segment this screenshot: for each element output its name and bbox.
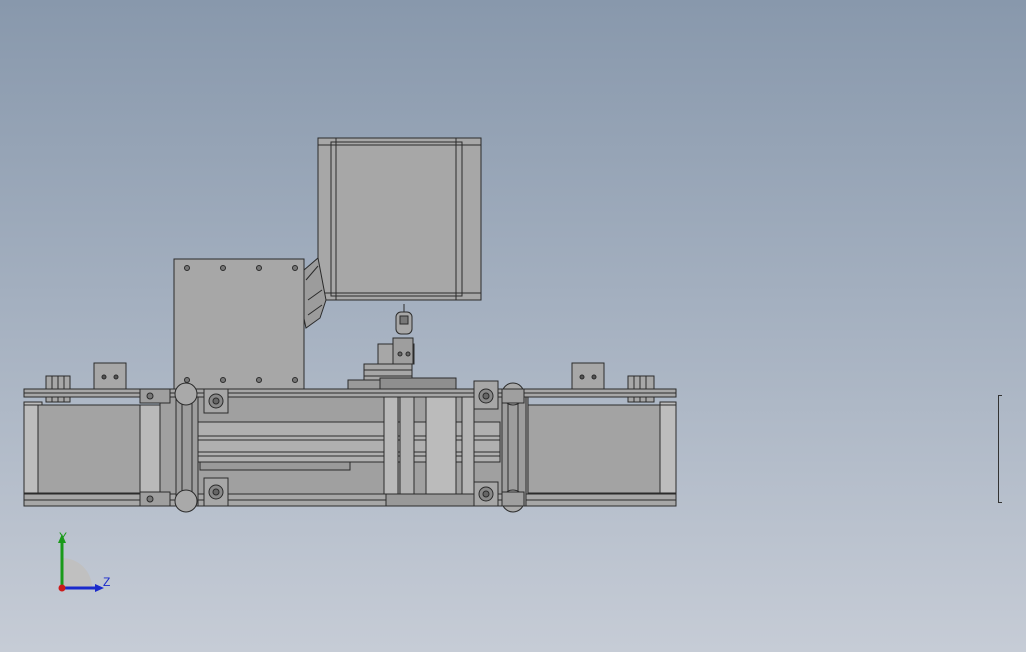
coordinate-triad-icon xyxy=(58,534,104,592)
left-rail-bracket[interactable] xyxy=(93,362,127,390)
roller-bottom-left[interactable] xyxy=(174,489,198,513)
caster-wheel-bottom-right[interactable] xyxy=(473,481,499,507)
caster-wheel-top-right[interactable] xyxy=(473,380,499,410)
top-hopper-box[interactable] xyxy=(317,137,482,301)
right-conveyor-belt[interactable] xyxy=(527,401,677,495)
z-axis-label: Z xyxy=(103,575,111,589)
caster-wheel-top-left[interactable] xyxy=(203,388,229,414)
y-axis-label: Y xyxy=(59,530,68,544)
caster-wheel-bottom-left[interactable] xyxy=(203,477,229,507)
graphics-viewport[interactable]: Y Z xyxy=(0,0,1026,652)
roller-top-left[interactable] xyxy=(174,382,198,406)
right-rail-bracket[interactable] xyxy=(571,362,605,390)
mounting-plate[interactable] xyxy=(173,258,305,390)
section-view-handle[interactable] xyxy=(998,395,1002,503)
sensor-assembly[interactable] xyxy=(347,304,457,399)
left-conveyor-belt[interactable] xyxy=(23,401,161,495)
top-frame-rail[interactable] xyxy=(23,388,677,398)
assembly-model[interactable] xyxy=(0,0,1026,652)
bottom-frame-rail[interactable] xyxy=(23,493,677,507)
